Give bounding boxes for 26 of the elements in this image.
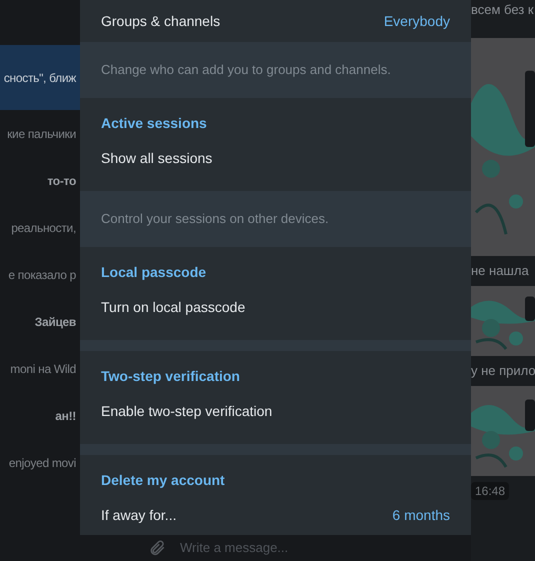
section-header: Delete my account [101, 471, 225, 490]
message-text: не нашла [471, 262, 529, 280]
chat-preview[interactable]: е показало р [0, 251, 80, 298]
chat-preview[interactable]: кие пальчики [0, 110, 80, 157]
chat-preview[interactable]: сность", ближ [0, 45, 80, 110]
settings-row[interactable]: Show all sessions [80, 137, 471, 179]
settings-row[interactable]: Groups & channels Everybody [80, 0, 471, 42]
hint-text: Control your sessions on other devices. [101, 210, 329, 228]
settings-row[interactable]: Turn on local passcode [80, 286, 471, 328]
chat-preview[interactable]: Зайцев [0, 298, 80, 345]
section-header: Active sessions [101, 114, 207, 133]
message-time: 16:48 [471, 482, 510, 500]
message-text: всем без к [471, 1, 534, 19]
settings-row[interactable]: Enable two-step verification [80, 390, 471, 432]
message-field[interactable]: Write a message... [180, 538, 380, 558]
settings-row[interactable]: If away for... 6 months [80, 494, 471, 535]
message-text: у не прило [471, 362, 535, 380]
hint-text: Change who can add you to groups and channels. [101, 61, 391, 80]
paperclip-icon[interactable] [148, 539, 166, 557]
chat-preview[interactable]: реальности, [0, 204, 80, 251]
chat-preview[interactable]: moni на Wild [0, 345, 80, 392]
chat-preview[interactable]: enjoyed movi [0, 439, 80, 486]
chat-preview[interactable]: то-то [0, 157, 80, 204]
section-header: Two-step verification [101, 367, 240, 386]
section-header: Local passcode [101, 263, 206, 282]
chat-preview[interactable]: ан!! [0, 392, 80, 439]
